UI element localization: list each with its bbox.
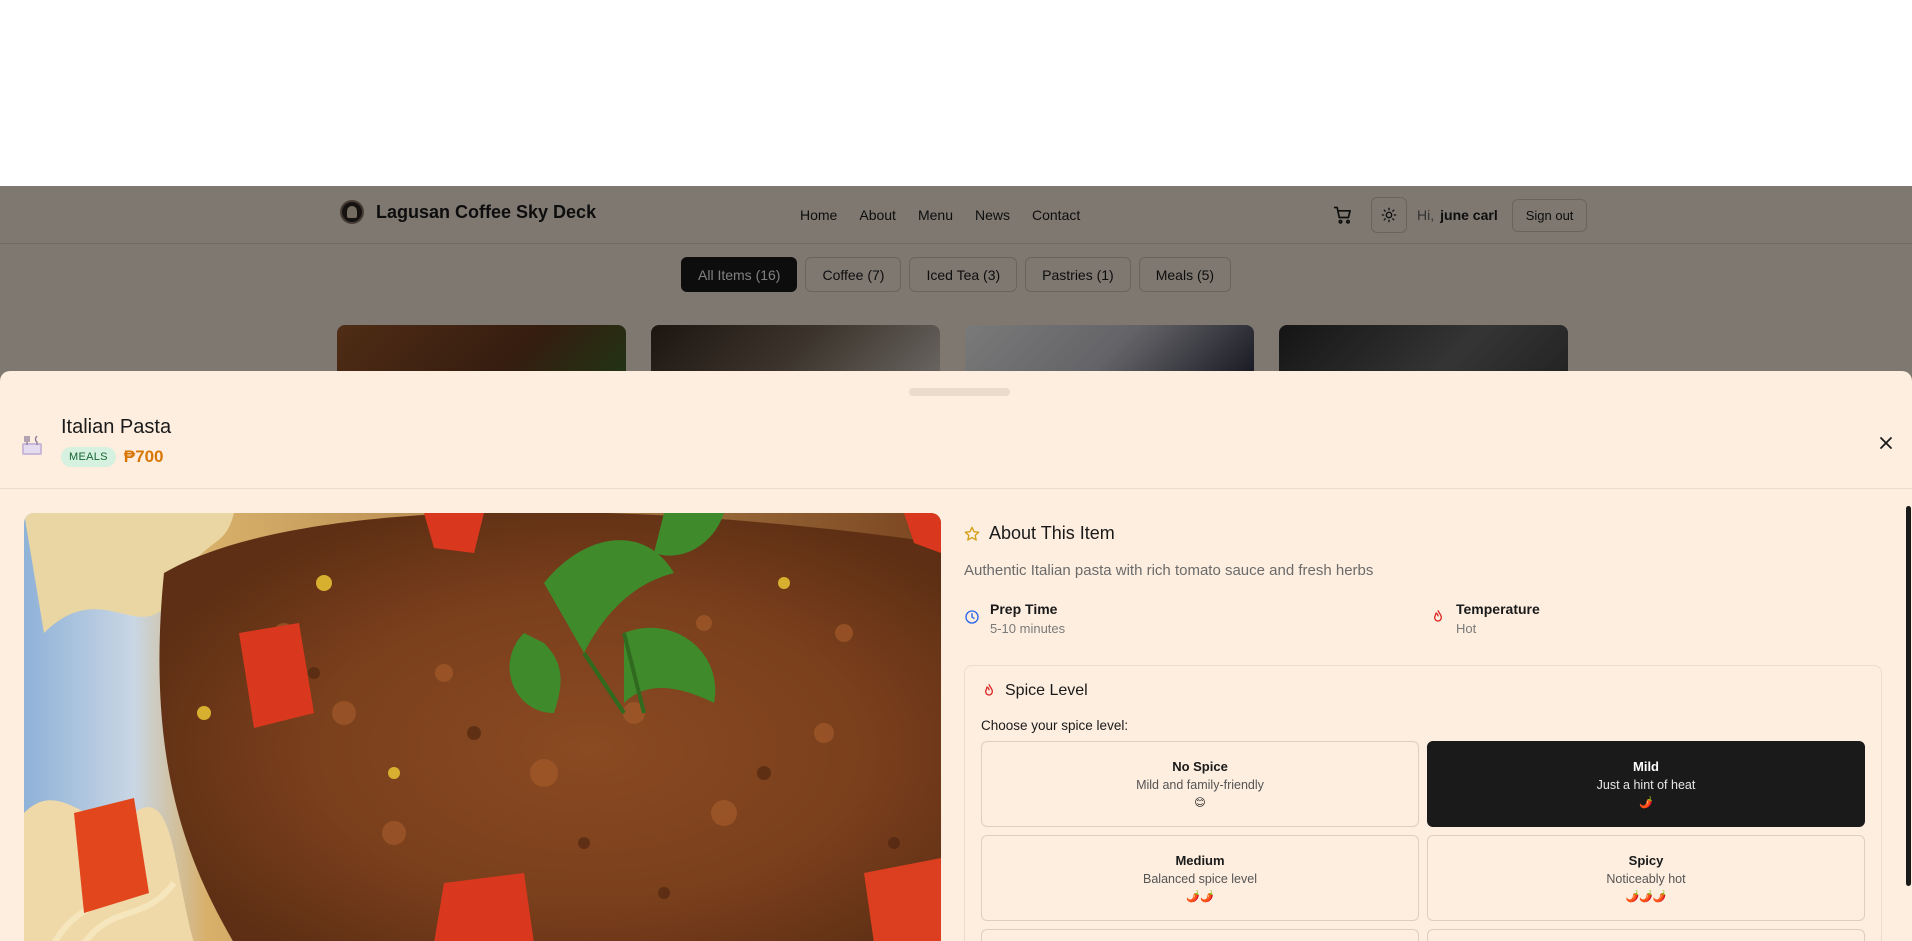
temperature-value: Hot [1456, 621, 1477, 636]
temperature: Temperature Hot [1430, 601, 1540, 636]
top-blank-area [0, 0, 1912, 186]
spice-option-no-spice[interactable]: No Spice Mild and family-friendly 😊 [981, 741, 1419, 827]
prep-time: Prep Time 5-10 minutes [964, 601, 1065, 636]
close-icon [1880, 437, 1892, 449]
spice-option-emoji: 😊 [1194, 797, 1206, 809]
spice-option-desc: Balanced spice level [1143, 872, 1257, 886]
about-section: About This Item Authentic Italian pasta … [964, 513, 1882, 941]
spice-option-desc: Mild and family-friendly [1136, 778, 1264, 792]
clock-icon [965, 610, 979, 624]
spice-options: No Spice Mild and family-friendly 😊 Mild… [981, 741, 1865, 941]
scrollbar[interactable] [1906, 491, 1912, 941]
sheet-header: Italian Pasta MEALS ₱700 [0, 371, 1912, 489]
item-title: Italian Pasta [61, 416, 172, 438]
spice-option-name: Mild [1633, 759, 1659, 774]
category-badge: MEALS [61, 447, 116, 467]
spice-option-medium[interactable]: Medium Balanced spice level 🌶️🌶️ [981, 835, 1419, 921]
item-meta: Prep Time 5-10 minutes Temperature Hot [964, 601, 1882, 645]
spice-option-mild[interactable]: Mild Just a hint of heat 🌶️ [1427, 741, 1865, 827]
spice-option-desc: Noticeably hot [1606, 872, 1686, 886]
scrollbar-thumb[interactable] [1906, 506, 1911, 886]
item-price: ₱700 [123, 447, 164, 466]
item-image [24, 513, 941, 941]
spice-heading: Spice Level [1005, 682, 1088, 699]
spice-option-name: Medium [1175, 853, 1225, 868]
temperature-label: Temperature [1456, 601, 1540, 617]
prep-time-value: 5-10 minutes [990, 621, 1066, 636]
spice-level-panel: Spice Level Choose your spice level: No … [964, 665, 1882, 941]
flame-icon [985, 684, 993, 696]
spice-option-desc: Just a hint of heat [1596, 778, 1696, 792]
star-icon [964, 526, 980, 541]
spice-prompt: Choose your spice level: [981, 718, 1129, 733]
spice-option-name: No Spice [1172, 759, 1228, 774]
flame-icon [1434, 610, 1442, 622]
item-description: Authentic Italian pasta with rich tomato… [964, 562, 1374, 579]
spice-heading-row: Spice Level [981, 682, 1865, 700]
about-heading: About This Item [989, 523, 1115, 543]
close-button[interactable] [1876, 433, 1896, 453]
spice-option-spicy[interactable]: Spicy Noticeably hot 🌶️🌶️🌶️ [1427, 835, 1865, 921]
utensils-icon [22, 435, 42, 455]
spice-option-emoji: 🌶️🌶️🌶️ [1625, 891, 1667, 903]
item-detail-sheet: Italian Pasta MEALS ₱700 About This Item… [0, 371, 1912, 941]
about-heading-row: About This Item [964, 523, 1882, 544]
spice-option-name: Spicy [1628, 853, 1664, 868]
prep-time-label: Prep Time [990, 601, 1058, 617]
item-meta-row: MEALS ₱700 [61, 447, 164, 467]
spice-option-emoji: 🌶️🌶️ [1186, 891, 1214, 903]
spice-option-extra[interactable] [1427, 929, 1865, 941]
spice-option-emoji: 🌶️ [1639, 797, 1653, 809]
spice-option-extra[interactable] [981, 929, 1419, 941]
